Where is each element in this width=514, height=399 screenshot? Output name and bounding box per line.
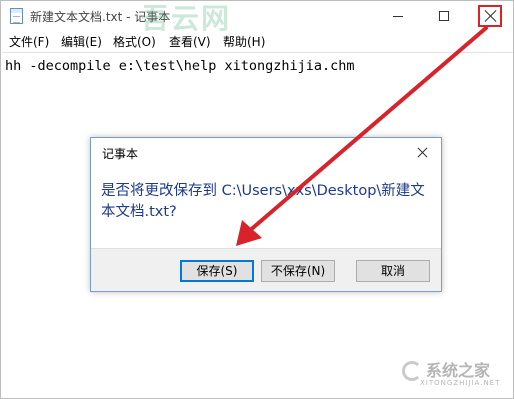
- dialog-footer: 保存(S) 不保存(N) 取消: [91, 248, 441, 291]
- save-dialog: 记事本 是否将更改保存到 C:\Users\xxs\Desktop\新建文本文档…: [90, 137, 442, 292]
- menu-help[interactable]: 帮助(H): [223, 33, 265, 50]
- maximize-icon: [439, 11, 449, 21]
- menu-bar: 文件(F) 编辑(E) 格式(O) 查看(V) 帮助(H): [1, 31, 513, 51]
- maximize-button[interactable]: [421, 1, 467, 31]
- watermark-logo-icon: [402, 361, 422, 381]
- close-button[interactable]: [467, 1, 513, 31]
- minimize-button[interactable]: [375, 1, 421, 31]
- menu-edit[interactable]: 编辑(E): [61, 33, 102, 50]
- editor-content[interactable]: hh -decompile e:\test\help xitongzhijia.…: [5, 58, 355, 74]
- watermark-subtext: XITONGZHIJIA.NET: [420, 379, 501, 387]
- dialog-message: 是否将更改保存到 C:\Users\xxs\Desktop\新建文本文档.txt…: [101, 183, 425, 220]
- close-icon: [485, 10, 497, 22]
- watermark-text: 系统之家: [426, 361, 491, 380]
- menu-file[interactable]: 文件(F): [9, 33, 49, 50]
- menu-format[interactable]: 格式(O): [113, 33, 156, 50]
- dont-save-button[interactable]: 不保存(N): [261, 260, 335, 282]
- close-highlight-box: [478, 5, 502, 27]
- dialog-close-icon[interactable]: [414, 144, 432, 162]
- notepad-icon: [10, 8, 23, 24]
- cancel-button[interactable]: 取消: [356, 260, 430, 282]
- save-button[interactable]: 保存(S): [180, 260, 254, 282]
- watermark-bottom: 系统之家 XITONGZHIJIA.NET: [402, 357, 512, 397]
- title-bar[interactable]: 新建文本文档.txt - 记事本 吾云网: [1, 1, 513, 35]
- dialog-title: 记事本: [102, 147, 139, 161]
- minimize-icon: [393, 16, 403, 17]
- menu-view[interactable]: 查看(V): [169, 33, 211, 50]
